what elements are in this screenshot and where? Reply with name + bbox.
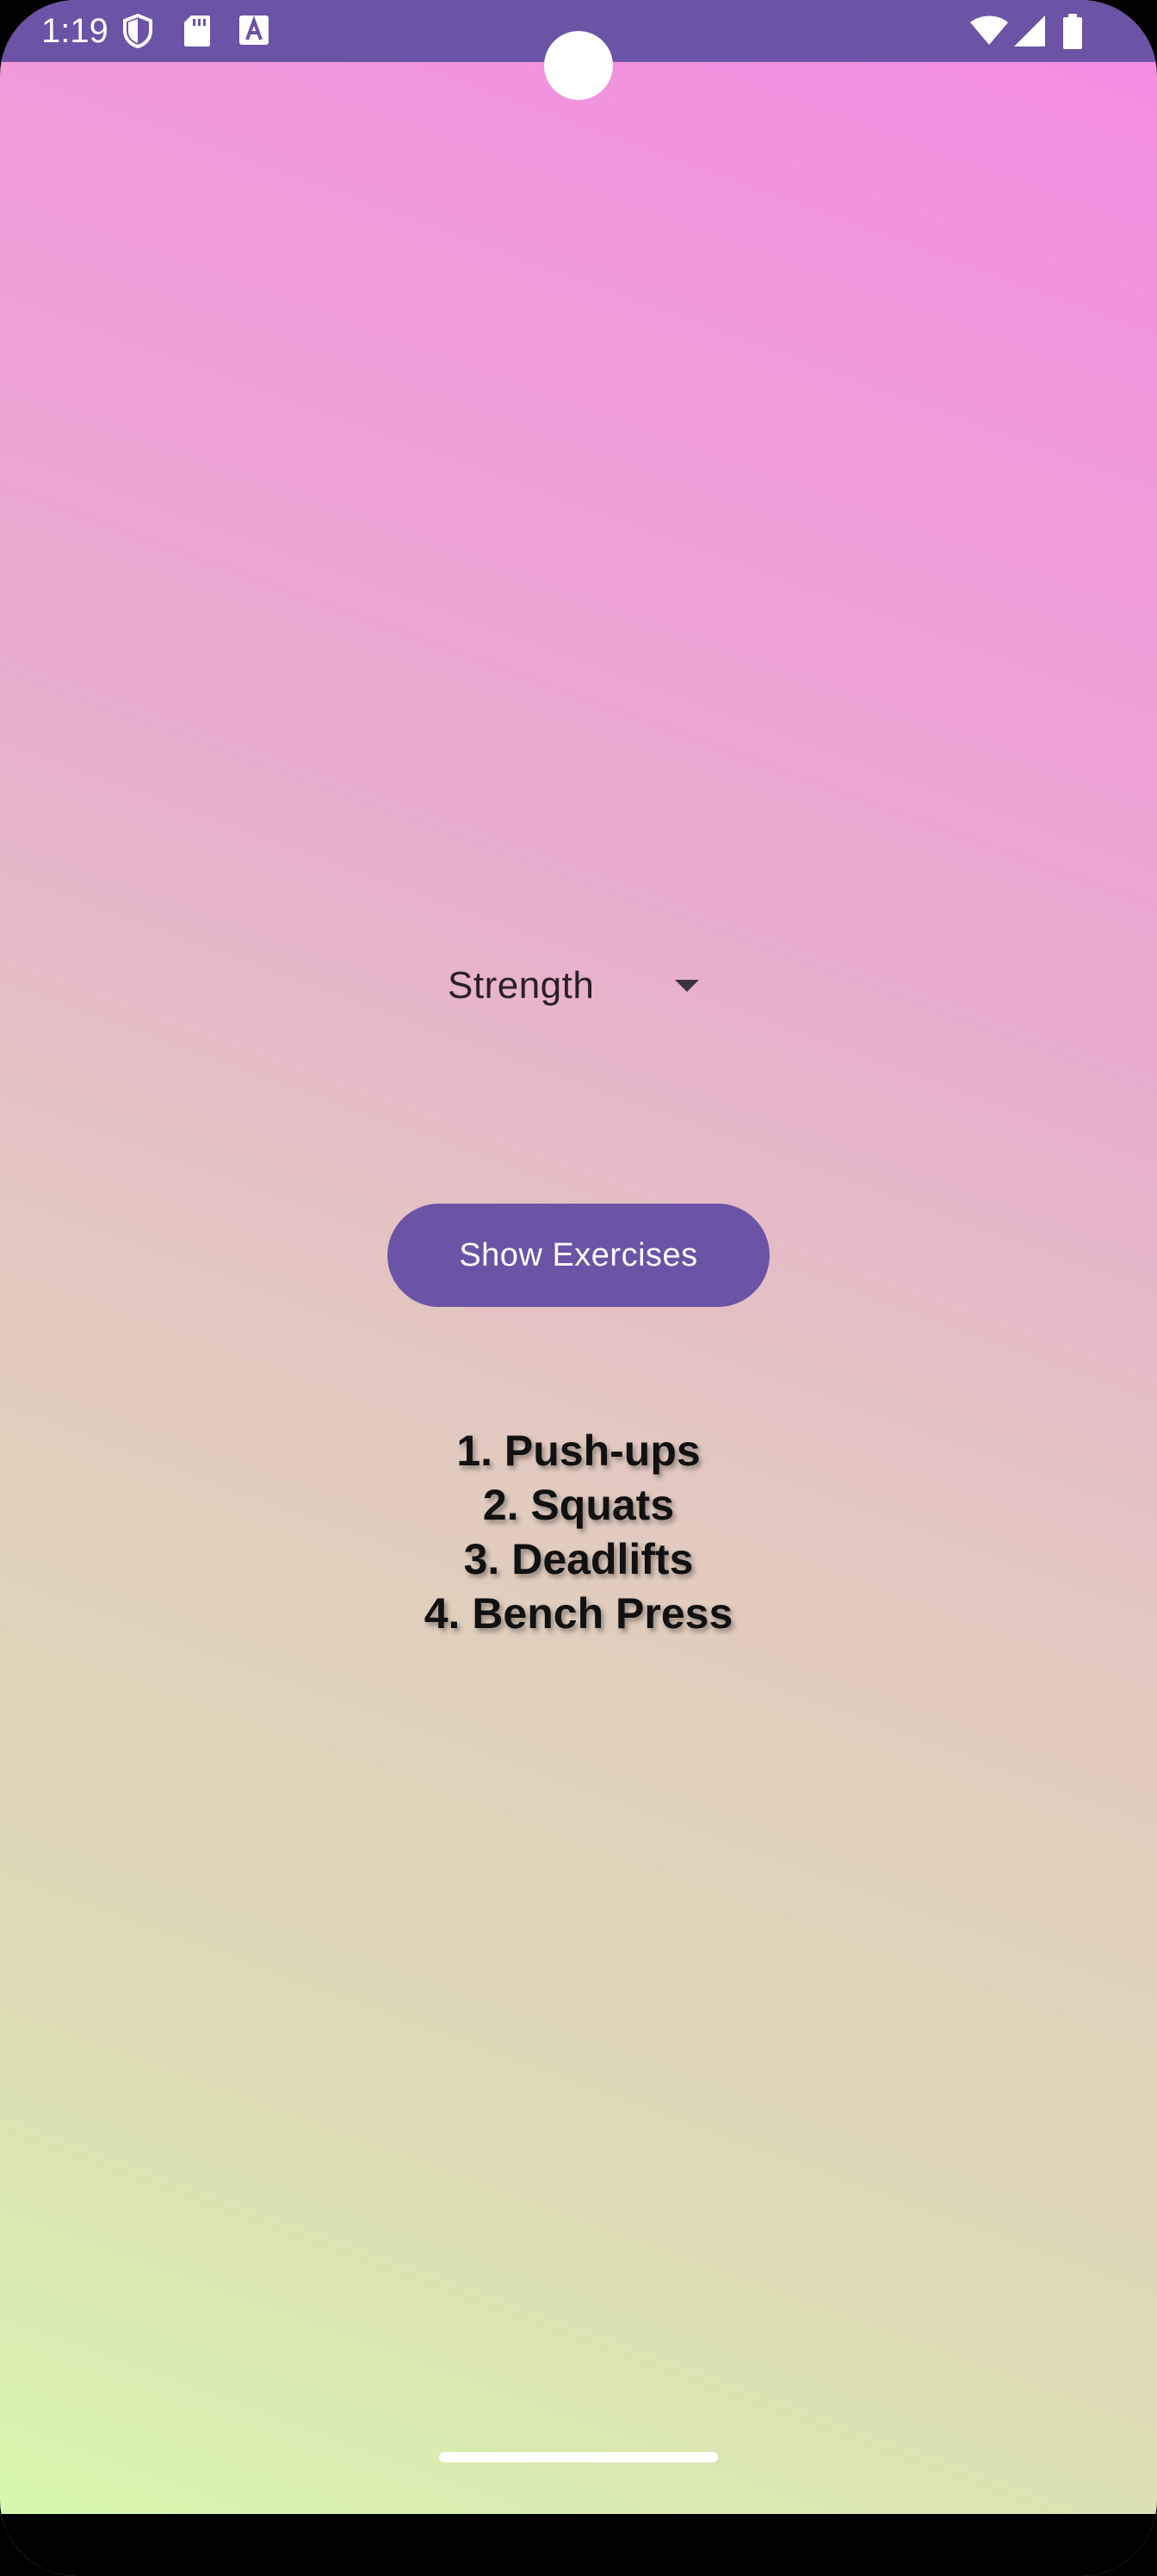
navigation-bar bbox=[0, 2514, 1157, 2576]
home-gesture-handle[interactable] bbox=[439, 2452, 718, 2462]
sd-card-icon bbox=[183, 14, 212, 53]
dropdown-arrow-icon bbox=[673, 978, 701, 998]
status-time: 1:19 bbox=[41, 12, 108, 50]
exercise-list: 1. Push-ups 2. Squats 3. Deadlifts 4. Be… bbox=[0, 1424, 1157, 1641]
list-item: 1. Push-ups bbox=[456, 1427, 701, 1475]
list-item: 4. Bench Press bbox=[424, 1589, 733, 1638]
camera-cutout bbox=[544, 31, 613, 100]
battery-icon bbox=[1062, 14, 1083, 54]
show-exercises-button[interactable]: Show Exercises bbox=[387, 1204, 770, 1307]
app-screen: 1:19 Strength Show Exercises 1. Push-ups… bbox=[0, 0, 1157, 2576]
wifi-icon bbox=[969, 14, 1009, 51]
category-dropdown[interactable]: Strength bbox=[448, 956, 715, 1016]
dropdown-selected-value: Strength bbox=[448, 964, 595, 1006]
shield-icon bbox=[122, 13, 153, 53]
font-a-icon bbox=[238, 14, 270, 51]
list-item: 3. Deadlifts bbox=[463, 1535, 694, 1583]
list-item: 2. Squats bbox=[482, 1481, 675, 1529]
cellular-signal-icon bbox=[1012, 14, 1047, 53]
